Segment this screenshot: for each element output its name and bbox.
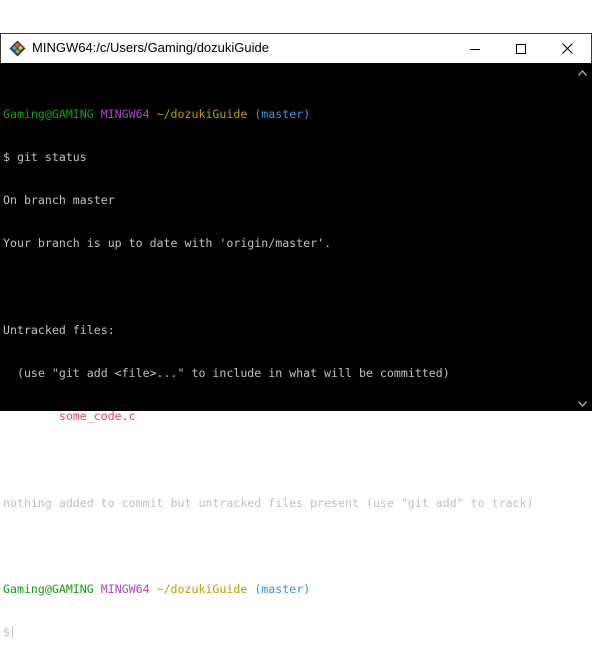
vertical-scrollbar[interactable] xyxy=(574,63,591,411)
scroll-down-button[interactable] xyxy=(574,394,591,411)
prompt-line: Gaming@GAMING MINGW64 ~/dozukiGuide (mas… xyxy=(3,107,571,121)
title-bar[interactable]: MINGW64:/c/Users/Gaming/dozukiGuide xyxy=(0,33,592,63)
untracked-file: some_code.c xyxy=(58,409,136,424)
prompt-env: MINGW64 xyxy=(100,106,150,121)
window-title: MINGW64:/c/Users/Gaming/dozukiGuide xyxy=(32,40,269,55)
command-line: $ git status xyxy=(3,150,87,165)
close-icon xyxy=(561,43,573,54)
minimize-button[interactable] xyxy=(452,34,498,63)
git-bash-icon[interactable] xyxy=(9,40,26,57)
maximize-icon xyxy=(516,43,526,54)
scroll-up-button[interactable] xyxy=(574,63,591,80)
chevron-up-icon xyxy=(578,63,587,81)
chevron-down-icon xyxy=(578,394,587,412)
prompt-user-host: Gaming@GAMING xyxy=(3,582,94,597)
prompt-path: ~/dozukiGuide xyxy=(156,582,248,597)
prompt-path: ~/dozukiGuide xyxy=(156,106,248,121)
prompt-line: Gaming@GAMING MINGW64 ~/dozukiGuide (mas… xyxy=(3,582,571,596)
output-line: On branch master xyxy=(3,193,115,208)
terminal-output[interactable]: Gaming@GAMING MINGW64 ~/dozukiGuide (mas… xyxy=(3,78,571,654)
maximize-button[interactable] xyxy=(498,34,544,63)
input-line[interactable]: $ xyxy=(3,625,571,639)
prompt-env: MINGW64 xyxy=(100,582,150,597)
untracked-file-line: some_code.c xyxy=(3,409,571,423)
prompt-user-host: Gaming@GAMING xyxy=(3,106,94,121)
summary-line: nothing added to commit but untracked fi… xyxy=(3,495,534,510)
minimize-icon xyxy=(470,44,480,54)
input-prompt: $ xyxy=(3,625,10,640)
prompt-branch: (master) xyxy=(254,106,311,121)
output-line: Untracked files: xyxy=(3,322,115,337)
close-button[interactable] xyxy=(544,34,590,63)
output-line: Your branch is up to date with 'origin/m… xyxy=(3,236,332,251)
output-line: (use "git add <file>..." to include in w… xyxy=(3,366,450,381)
prompt-branch: (master) xyxy=(254,582,311,597)
text-cursor xyxy=(11,626,13,639)
